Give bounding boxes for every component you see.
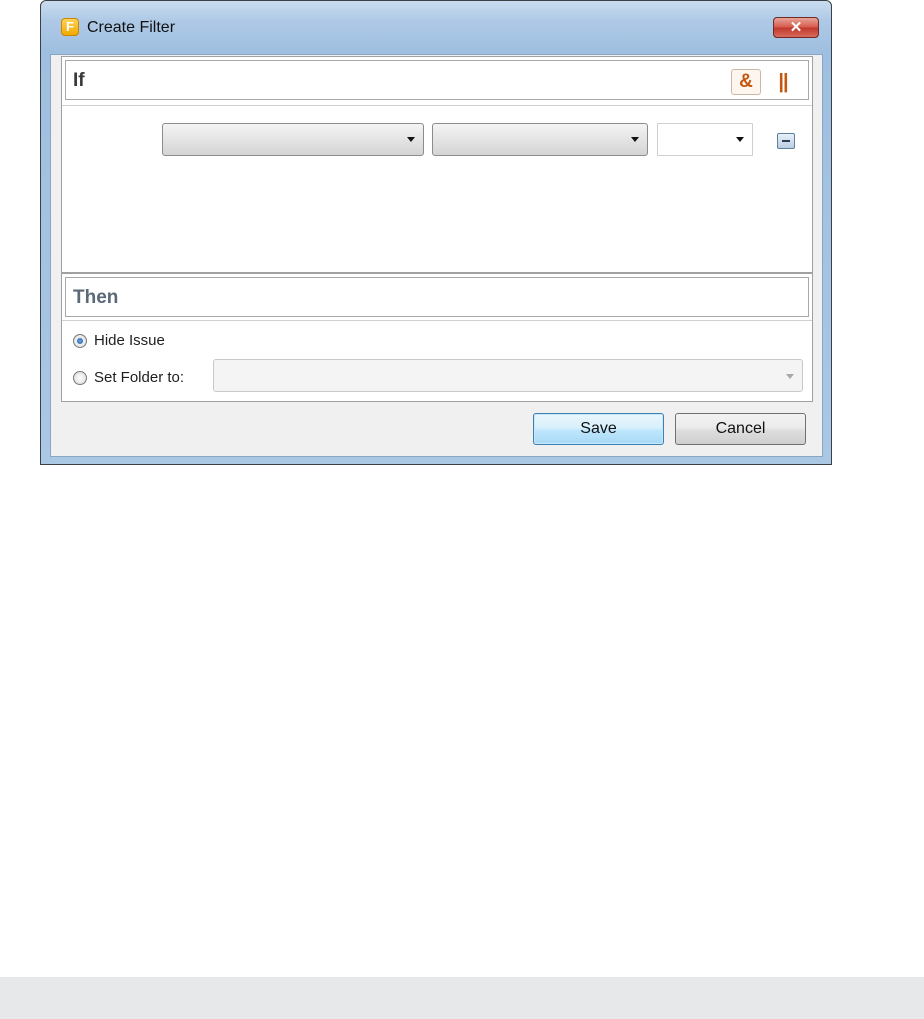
chevron-down-icon (631, 137, 639, 142)
if-header: If & || (65, 60, 809, 100)
if-heading: If (73, 70, 85, 91)
dialog-body: If & || Then Hide Issue Set Folder to: S… (50, 54, 823, 457)
save-button[interactable]: Save (533, 413, 664, 445)
chevron-down-icon (407, 137, 415, 142)
add-or-condition-button[interactable]: || (772, 69, 794, 95)
close-button[interactable]: ✕ (773, 17, 819, 38)
condition-operator-dropdown[interactable] (432, 123, 648, 156)
set-folder-label[interactable]: Set Folder to: (94, 369, 184, 386)
bottom-strip (0, 977, 924, 1019)
hide-issue-label[interactable]: Hide Issue (94, 332, 165, 349)
then-panel: Then Hide Issue Set Folder to: (61, 273, 813, 402)
then-header: Then (65, 277, 809, 317)
condition-field-dropdown[interactable] (162, 123, 424, 156)
remove-condition-button[interactable] (777, 133, 795, 149)
cancel-button[interactable]: Cancel (675, 413, 806, 445)
set-folder-radio[interactable] (73, 371, 87, 385)
add-and-condition-button[interactable]: & (731, 69, 761, 95)
window-title: Create Filter (87, 19, 176, 36)
divider (62, 320, 812, 321)
minus-icon (782, 140, 790, 142)
then-heading: Then (73, 287, 119, 308)
hide-issue-radio[interactable] (73, 334, 87, 348)
chevron-down-icon (736, 137, 744, 142)
title-bar[interactable]: F Create Filter ✕ (41, 1, 831, 55)
create-filter-dialog: F Create Filter ✕ If & || Then Hide Issu… (40, 0, 832, 465)
app-logo-icon: F (61, 18, 79, 36)
condition-value-dropdown[interactable] (657, 123, 753, 156)
divider (62, 105, 812, 106)
chevron-down-icon (786, 374, 794, 379)
folder-dropdown[interactable] (213, 359, 803, 392)
if-panel: If & || (61, 56, 813, 273)
